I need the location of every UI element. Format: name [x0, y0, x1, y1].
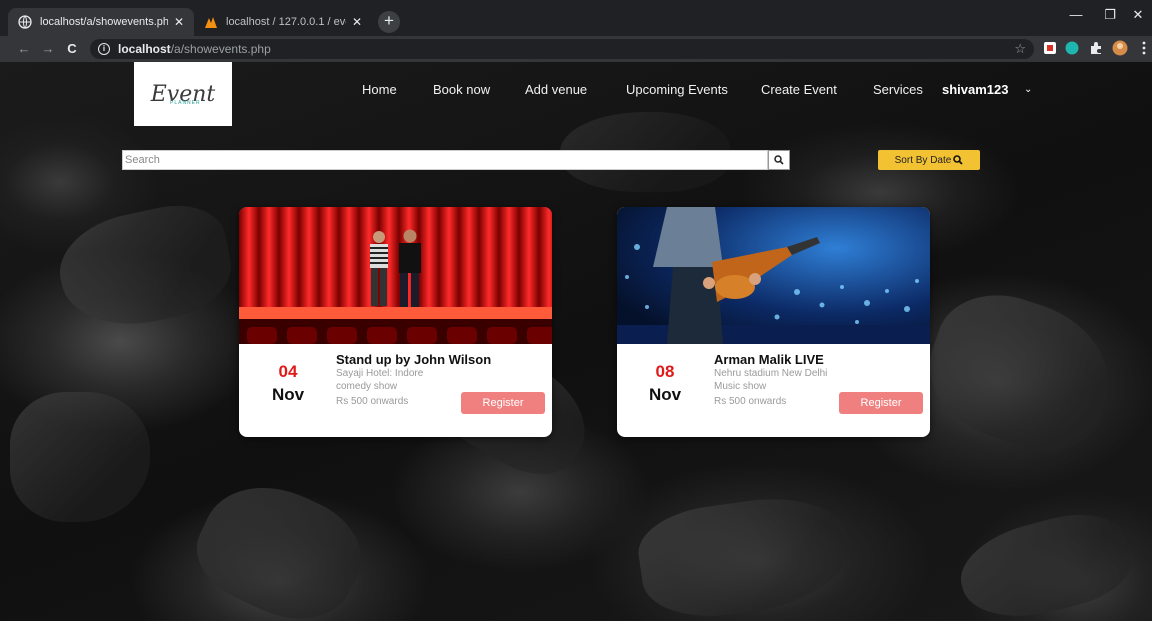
back-icon[interactable]: ← [14, 39, 34, 59]
extension-icon[interactable] [1042, 40, 1058, 56]
new-tab-button[interactable]: + [378, 11, 400, 33]
address-bar[interactable]: i localhost /a/showevents.php ☆ [90, 39, 1034, 59]
search-input[interactable] [122, 150, 768, 170]
event-image-comedy [239, 207, 552, 344]
phpmyadmin-icon [205, 17, 217, 28]
tab-title: localhost/a/showevents.php [40, 16, 168, 28]
logo-subtitle: PLANNER [170, 100, 201, 106]
browser-tab-strip: localhost/a/showevents.php ✕ localhost /… [0, 0, 1152, 36]
bookmark-star-icon[interactable]: ☆ [1014, 41, 1026, 57]
chevron-down-icon[interactable]: ⌄ [1024, 84, 1032, 95]
background-rock [50, 195, 240, 339]
event-day: 04 [278, 362, 298, 381]
forward-icon[interactable]: → [38, 39, 58, 59]
browser-toolbar: ← → C i localhost /a/showevents.php ☆ [0, 36, 1152, 62]
menu-dots-icon[interactable] [1136, 40, 1152, 56]
close-window-icon[interactable]: ✕ [1122, 0, 1152, 30]
event-title: Stand up by John Wilson [336, 352, 492, 367]
browser-tab-active[interactable]: localhost/a/showevents.php ✕ [8, 8, 194, 36]
nav-add-venue[interactable]: Add venue [525, 82, 587, 102]
sort-label: Sort By Date [894, 154, 952, 166]
sort-by-date-button[interactable]: Sort By Date [878, 150, 980, 170]
nav-upcoming-events[interactable]: Upcoming Events [626, 82, 728, 102]
reload-icon[interactable]: C [62, 39, 82, 59]
info-icon[interactable]: i [98, 43, 110, 55]
event-price: Rs 500 onwards [336, 396, 409, 407]
event-card[interactable]: 04 Nov Stand up by John Wilson Sayaji Ho… [239, 207, 552, 437]
event-title: Arman Malik LIVE [714, 352, 824, 367]
globe-icon [18, 15, 32, 29]
background-rock [182, 463, 378, 621]
nav-user-menu[interactable]: shivam123 [942, 82, 1009, 102]
nav-home[interactable]: Home [362, 82, 397, 102]
background-rock [633, 487, 857, 621]
event-month: Nov [648, 385, 682, 404]
nav-book-now[interactable]: Book now [433, 82, 490, 102]
background-rock [10, 392, 150, 522]
tab-title: localhost / 127.0.0.1 / eventmana [226, 16, 346, 28]
background-rock [951, 501, 1139, 621]
event-category: comedy show [336, 381, 398, 392]
avatar[interactable] [1112, 40, 1128, 56]
browser-tab[interactable]: localhost / 127.0.0.1 / eventmana ✕ [194, 8, 372, 36]
nav-create-event[interactable]: Create Event [761, 82, 837, 102]
event-venue: Sayaji Hotel: Indore [336, 368, 424, 379]
event-month: Nov [271, 385, 305, 404]
close-tab-icon[interactable]: ✕ [174, 15, 184, 29]
minimize-icon[interactable]: — [1060, 0, 1092, 30]
register-button[interactable]: Register [461, 392, 545, 414]
site-logo[interactable]: Event PLANNER [134, 62, 232, 126]
search-button[interactable] [768, 150, 790, 170]
page-background: Event PLANNER Home Book now Add venue Up… [0, 62, 1152, 621]
event-price: Rs 500 onwards [714, 396, 787, 407]
register-button[interactable]: Register [839, 392, 923, 414]
nav-services[interactable]: Services [873, 82, 923, 102]
url-host: localhost [118, 42, 171, 56]
background-rock [912, 277, 1128, 467]
close-tab-icon[interactable]: ✕ [352, 15, 362, 29]
search-icon [774, 155, 784, 165]
event-card[interactable]: 08 Nov Arman Malik LIVE Nehru stadium Ne… [617, 207, 930, 437]
extension-icon[interactable] [1064, 40, 1080, 56]
puzzle-icon[interactable] [1088, 40, 1104, 56]
url-path: /a/showevents.php [170, 42, 271, 56]
event-day: 08 [655, 362, 675, 381]
event-category: Music show [714, 381, 767, 392]
search-icon [953, 155, 963, 165]
event-venue: Nehru stadium New Delhi [714, 368, 828, 379]
event-image-concert [617, 207, 930, 344]
